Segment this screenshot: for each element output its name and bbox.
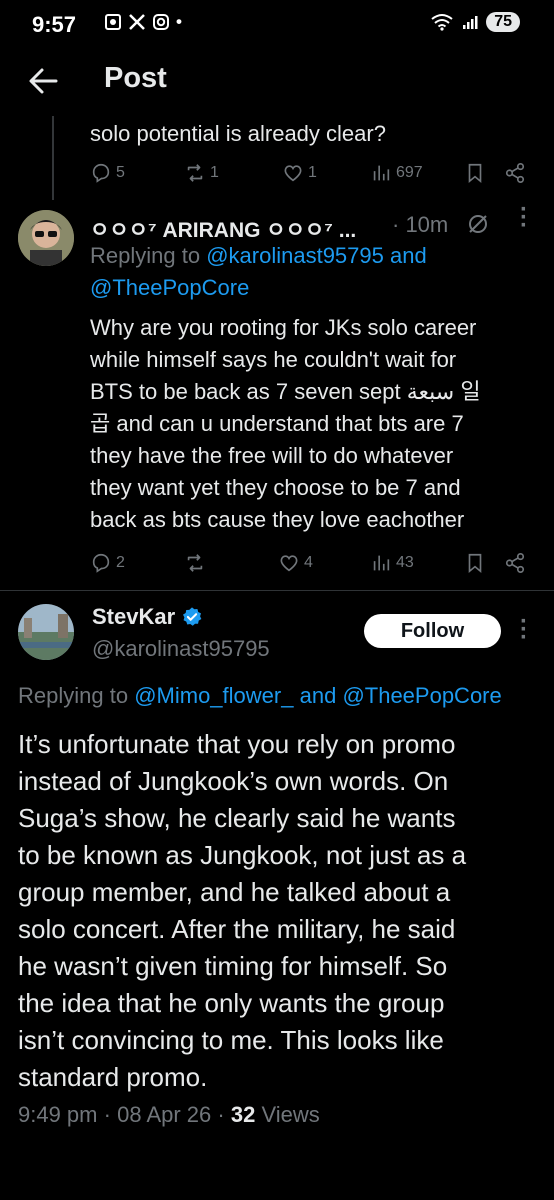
main-author-name[interactable]: StevKar — [92, 604, 175, 630]
main-text-line: to be known as Jungkook, not just as a — [18, 840, 467, 870]
replying-to-line: Replying to @karolinast95795 and @TheePo… — [90, 240, 530, 304]
bookmark-icon[interactable] — [464, 552, 486, 574]
status-system-icons: 75 — [430, 12, 520, 32]
mention-link[interactable]: @TheePopCore — [342, 683, 501, 708]
reply-text-line: 곱 and can u understand that bts are 7 — [90, 411, 464, 436]
views-chart-icon — [373, 555, 390, 571]
battery-level: 75 — [486, 12, 520, 32]
views-chart-icon — [373, 165, 390, 181]
replying-to-line: Replying to @Mimo_flower_ and @TheePopCo… — [18, 680, 554, 712]
heart-icon — [284, 165, 302, 182]
main-text-line: standard promo. — [18, 1062, 208, 1092]
views-label: Views — [261, 1102, 320, 1127]
wifi-icon — [431, 14, 453, 31]
reply-text: Why are you rooting for JKs solo career … — [90, 312, 550, 536]
views-count: 697 — [396, 164, 423, 181]
reply-time: · 10m — [392, 212, 449, 237]
main-avatar[interactable] — [18, 604, 74, 660]
heart-icon — [280, 555, 298, 572]
reply-count: 2 — [116, 554, 125, 571]
avatar-image-icon — [18, 604, 74, 660]
reply-text-line: they want yet they choose to be 7 and — [90, 475, 461, 500]
more-options-icon[interactable]: · · · — [518, 198, 530, 238]
like-count: 1 — [308, 164, 317, 181]
page-title: Post — [104, 62, 167, 94]
thread-line — [52, 116, 54, 200]
main-text-line: solo concert. After the military, he sai… — [18, 914, 456, 944]
repost-count: 1 — [210, 164, 219, 181]
mention-link[interactable]: @TheePopCore — [90, 275, 249, 300]
views-button[interactable]: 697 — [370, 162, 423, 184]
follow-button[interactable]: Follow — [364, 614, 501, 648]
like-count: 4 — [304, 554, 313, 571]
repost-icon — [187, 164, 203, 182]
replying-and: and — [390, 243, 427, 268]
mention-link[interactable]: @karolinast95795 — [206, 243, 384, 268]
grok-icon[interactable] — [466, 212, 490, 236]
post-metadata: 9:49 pm · 08 Apr 26 · 32 Views — [18, 1102, 320, 1128]
replying-prefix: Replying to — [90, 243, 201, 268]
views-button[interactable]: 43 — [370, 552, 414, 574]
reply-avatar[interactable] — [18, 210, 74, 266]
post-time: 9:49 pm — [18, 1102, 98, 1127]
status-bar: 9:57 • 75 — [0, 0, 554, 50]
replying-and: and — [299, 683, 337, 708]
reply-text-line: they have the free will to do whatever — [90, 443, 454, 468]
reply-icon — [92, 553, 110, 573]
meta-separator: · — [217, 1102, 225, 1127]
reply-text-line: back as bts cause they love eachother — [90, 507, 465, 532]
reply-text-line: BTS to be back as 7 seven sept سبعة 일 — [90, 379, 481, 404]
reply-count: 5 — [116, 164, 125, 181]
main-post: StevKar @karolinast95795 Follow · · · Repl… — [0, 590, 554, 1200]
like-button[interactable]: 4 — [278, 552, 313, 574]
x-logo-icon — [129, 14, 145, 30]
share-icon[interactable] — [504, 162, 526, 184]
status-time: 9:57 — [32, 12, 77, 37]
reply-icon — [92, 163, 110, 183]
main-text-line: isn’t convincing to me. This looks like — [18, 1025, 444, 1055]
mention-link[interactable]: @Mimo_flower_ — [134, 683, 293, 708]
screen-record-icon — [105, 14, 121, 30]
main-handle[interactable]: @karolinast95795 — [92, 636, 270, 662]
verified-badge-icon — [183, 607, 202, 626]
main-text-line: group member, and he talked about a — [18, 877, 451, 907]
share-icon[interactable] — [504, 552, 526, 574]
replying-prefix: Replying to — [18, 683, 129, 708]
app-header: Post — [0, 50, 554, 116]
signal-icon — [463, 16, 478, 29]
main-text-line: he wasn’t given timing for himself. So — [18, 951, 448, 981]
views-count[interactable]: 32 — [231, 1102, 255, 1127]
main-text-line: Suga’s show, he clearly said he wants — [18, 803, 456, 833]
meta-separator: · — [103, 1102, 111, 1127]
avatar-image-icon — [18, 210, 74, 266]
prev-reply[interactable]: solo potential is already clear? 5 1 1 6… — [0, 116, 554, 200]
more-options-icon[interactable]: · · · — [518, 610, 530, 650]
prev-reply-text: solo potential is already clear? — [90, 121, 386, 146]
repost-button[interactable]: 1 — [184, 162, 219, 184]
more-notifications-dot-icon: • — [176, 12, 182, 31]
status-notification-icons: • — [104, 12, 182, 32]
views-count: 43 — [396, 554, 414, 571]
main-text-line: It’s unfortunate that you rely on promo — [18, 729, 456, 759]
instagram-icon — [153, 14, 169, 30]
repost-icon — [187, 554, 203, 572]
back-arrow-icon[interactable] — [26, 64, 60, 98]
reply-post[interactable]: ㅇㅇㅇ⁷ ARIRANG ㅇㅇㅇ⁷ ... · 10m · · · Replying… — [0, 198, 554, 590]
reply-button[interactable]: 2 — [90, 552, 125, 574]
reply-button[interactable]: 5 — [90, 162, 125, 184]
main-text-line: the idea that he only wants the group — [18, 988, 445, 1018]
repost-button[interactable] — [184, 552, 206, 574]
main-post-text: It’s unfortunate that you rely on promo … — [18, 726, 548, 1096]
reply-text-line: while himself says he couldn't wait for — [90, 347, 457, 372]
main-text-line: instead of Jungkook’s own words. On — [18, 766, 449, 796]
main-author-row[interactable]: StevKar — [92, 604, 203, 630]
reply-text-line: Why are you rooting for JKs solo career — [90, 315, 477, 340]
post-date: 08 Apr 26 — [117, 1102, 212, 1127]
like-button[interactable]: 1 — [282, 162, 317, 184]
bookmark-icon[interactable] — [464, 162, 486, 184]
